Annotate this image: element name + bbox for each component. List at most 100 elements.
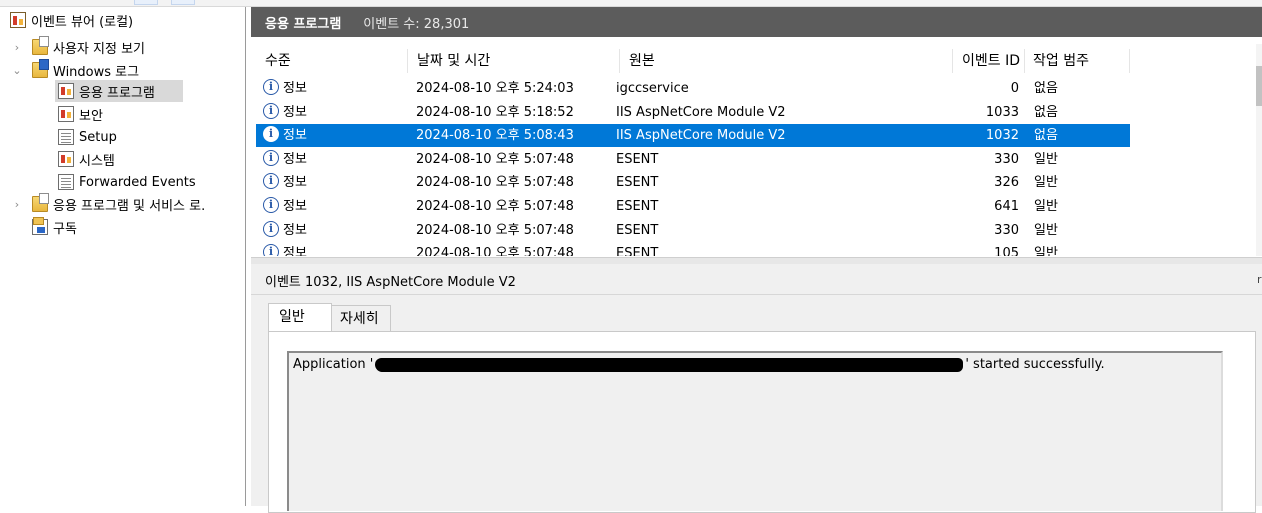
log-icon bbox=[58, 106, 74, 122]
event-category: 없음 bbox=[1034, 81, 1058, 96]
column-header-event-id[interactable]: 이벤트 ID bbox=[953, 49, 1025, 73]
divider bbox=[251, 294, 1262, 295]
event-list-scrollbar[interactable] bbox=[1256, 44, 1262, 256]
windows-folder-icon bbox=[32, 59, 49, 78]
event-datetime: 2024-08-10 오후 5:07:48 bbox=[416, 151, 574, 167]
event-source: ESENT bbox=[616, 151, 659, 167]
event-source: ESENT bbox=[616, 222, 659, 238]
event-detail-title: 이벤트 1032, IIS AspNetCore Module V2 bbox=[265, 275, 516, 290]
event-row[interactable]: i 정보 2024-08-10 오후 5:07:48 ESENT 105 일반 bbox=[256, 242, 1130, 256]
close-detail-button[interactable]: r bbox=[1257, 273, 1262, 286]
event-source: ESENT bbox=[616, 199, 659, 214]
navigation-tree[interactable]: 이벤트 뷰어 (로컬) › 사용자 지정 보기 ⌄ Windows 로그 응용 … bbox=[0, 7, 246, 506]
event-category: 일반 bbox=[1034, 175, 1058, 191]
column-headers: 수준 날짜 및 시간 원본 이벤트 ID 작업 범주 bbox=[256, 49, 1256, 73]
event-category: 없음 bbox=[1034, 104, 1058, 120]
event-datetime: 2024-08-10 오후 5:07:48 bbox=[416, 246, 574, 256]
column-header-datetime[interactable]: 날짜 및 시간 bbox=[408, 49, 620, 73]
redacted-path bbox=[375, 357, 964, 372]
info-icon: i bbox=[263, 173, 279, 190]
column-header-source[interactable]: 원본 bbox=[620, 49, 953, 73]
event-source: igccservice bbox=[616, 81, 689, 96]
event-level: 정보 bbox=[283, 104, 307, 120]
info-icon: i bbox=[263, 220, 279, 237]
event-row[interactable]: i 정보 2024-08-10 오후 5:07:48 ESENT 326 일반 bbox=[256, 171, 1130, 194]
event-source: IIS AspNetCore Module V2 bbox=[616, 128, 786, 144]
event-category: 일반 bbox=[1034, 222, 1058, 238]
event-datetime: 2024-08-10 오후 5:07:48 bbox=[416, 175, 574, 191]
event-level: 정보 bbox=[283, 199, 307, 214]
event-count: 이벤트 수: 28,301 bbox=[363, 16, 470, 32]
event-row[interactable]: i 정보 2024-08-10 오후 5:07:48 ESENT 641 일반 bbox=[256, 195, 1130, 218]
subscription-icon bbox=[32, 217, 48, 235]
tab-details[interactable]: 자세히 bbox=[329, 305, 391, 331]
event-row[interactable]: i 정보 2024-08-10 오후 5:07:48 ESENT 330 일반 bbox=[256, 148, 1130, 171]
tree-node-label: 시스템 bbox=[79, 153, 115, 169]
event-level: 정보 bbox=[283, 222, 307, 238]
message-prefix: Application ' bbox=[293, 357, 374, 372]
event-message-box[interactable]: Application ' ' started successfully. bbox=[287, 351, 1223, 511]
log-header-bar: 응용 프로그램 이벤트 수: 28,301 bbox=[251, 7, 1262, 37]
event-level: 정보 bbox=[283, 175, 307, 191]
event-source: ESENT bbox=[616, 246, 659, 256]
event-row[interactable]: i 정보 2024-08-10 오후 5:08:43 IIS AspNetCore M… bbox=[256, 124, 1130, 148]
event-row[interactable]: i 정보 2024-08-10 오후 5:07:48 ESENT 330 일반 bbox=[256, 219, 1130, 242]
tree-node-system-log[interactable]: 시스템 bbox=[58, 148, 115, 170]
tree-node-forwarded-events[interactable]: Forwarded Events bbox=[58, 171, 196, 193]
event-id: 105 bbox=[994, 246, 1019, 256]
tree-node-subscriptions[interactable]: 구독 bbox=[32, 216, 77, 238]
event-id: 330 bbox=[994, 222, 1019, 238]
log-icon bbox=[58, 129, 74, 145]
tree-node-label: 보안 bbox=[79, 108, 103, 124]
folder-icon bbox=[32, 193, 49, 212]
general-tab-pane: Application ' ' started successfully. bbox=[268, 331, 1256, 513]
tab-general[interactable]: 일반 bbox=[268, 303, 332, 332]
log-icon bbox=[58, 83, 74, 99]
tree-node-label: Setup bbox=[79, 129, 117, 145]
info-icon: i bbox=[263, 197, 279, 213]
tree-node-root[interactable]: 이벤트 뷰어 (로컬) bbox=[10, 9, 133, 31]
column-header-level[interactable]: 수준 bbox=[256, 49, 408, 73]
tree-node-custom-views[interactable]: › 사용자 지정 보기 bbox=[10, 36, 145, 58]
tree-node-label: Forwarded Events bbox=[79, 174, 196, 190]
log-title: 응용 프로그램 bbox=[265, 16, 342, 32]
toolbar-button[interactable] bbox=[171, 0, 195, 5]
chevron-right-icon[interactable]: › bbox=[10, 41, 24, 54]
event-datetime: 2024-08-10 오후 5:08:43 bbox=[416, 128, 574, 144]
scrollbar-thumb[interactable] bbox=[1256, 66, 1262, 106]
tree-node-label: Windows 로그 bbox=[53, 64, 140, 80]
info-icon: i bbox=[263, 244, 279, 256]
toolbar-button[interactable] bbox=[134, 0, 158, 5]
column-header-category[interactable]: 작업 범주 bbox=[1025, 49, 1130, 73]
event-id: 1033 bbox=[985, 104, 1019, 120]
event-source: IIS AspNetCore Module V2 bbox=[616, 104, 786, 120]
event-list[interactable]: 수준 날짜 및 시간 원본 이벤트 ID 작업 범주 i 정보 2024-08-10… bbox=[256, 44, 1256, 256]
log-icon bbox=[58, 174, 74, 190]
tree-node-setup-log[interactable]: Setup bbox=[58, 126, 117, 148]
chevron-right-icon[interactable]: › bbox=[10, 198, 24, 211]
event-datetime: 2024-08-10 오후 5:07:48 bbox=[416, 222, 574, 238]
tree-node-app-services[interactable]: › 응용 프로그램 및 서비스 로. bbox=[10, 193, 205, 215]
message-suffix: ' started successfully. bbox=[965, 357, 1105, 372]
tree-node-label: 구독 bbox=[53, 221, 77, 237]
tree-node-label: 응용 프로그램 bbox=[79, 85, 155, 101]
event-source: ESENT bbox=[616, 175, 659, 191]
event-datetime: 2024-08-10 오후 5:07:48 bbox=[416, 199, 574, 214]
event-row[interactable]: i 정보 2024-08-10 오후 5:18:52 IIS AspNetCore M… bbox=[256, 101, 1130, 124]
info-icon: i bbox=[263, 79, 279, 95]
tree-node-windows-logs[interactable]: ⌄ Windows 로그 bbox=[10, 59, 139, 81]
event-datetime: 2024-08-10 오후 5:24:03 bbox=[416, 81, 574, 96]
event-viewer-icon bbox=[10, 12, 26, 28]
event-detail-panel: 이벤트 1032, IIS AspNetCore Module V2 r 자세히… bbox=[251, 264, 1262, 513]
tree-node-security-log[interactable]: 보안 bbox=[58, 103, 103, 125]
event-category: 일반 bbox=[1034, 151, 1058, 167]
event-datetime: 2024-08-10 오후 5:18:52 bbox=[416, 104, 574, 120]
event-id: 330 bbox=[994, 151, 1019, 167]
chevron-down-icon[interactable]: ⌄ bbox=[10, 64, 24, 77]
tree-node-application-log[interactable]: 응용 프로그램 bbox=[55, 80, 183, 102]
folder-icon bbox=[32, 36, 49, 55]
info-icon: i bbox=[263, 102, 279, 119]
event-row[interactable]: i 정보 2024-08-10 오후 5:24:03 igccservice 0 없음 bbox=[256, 77, 1130, 100]
event-id: 641 bbox=[994, 199, 1019, 214]
event-level: 정보 bbox=[283, 81, 307, 96]
